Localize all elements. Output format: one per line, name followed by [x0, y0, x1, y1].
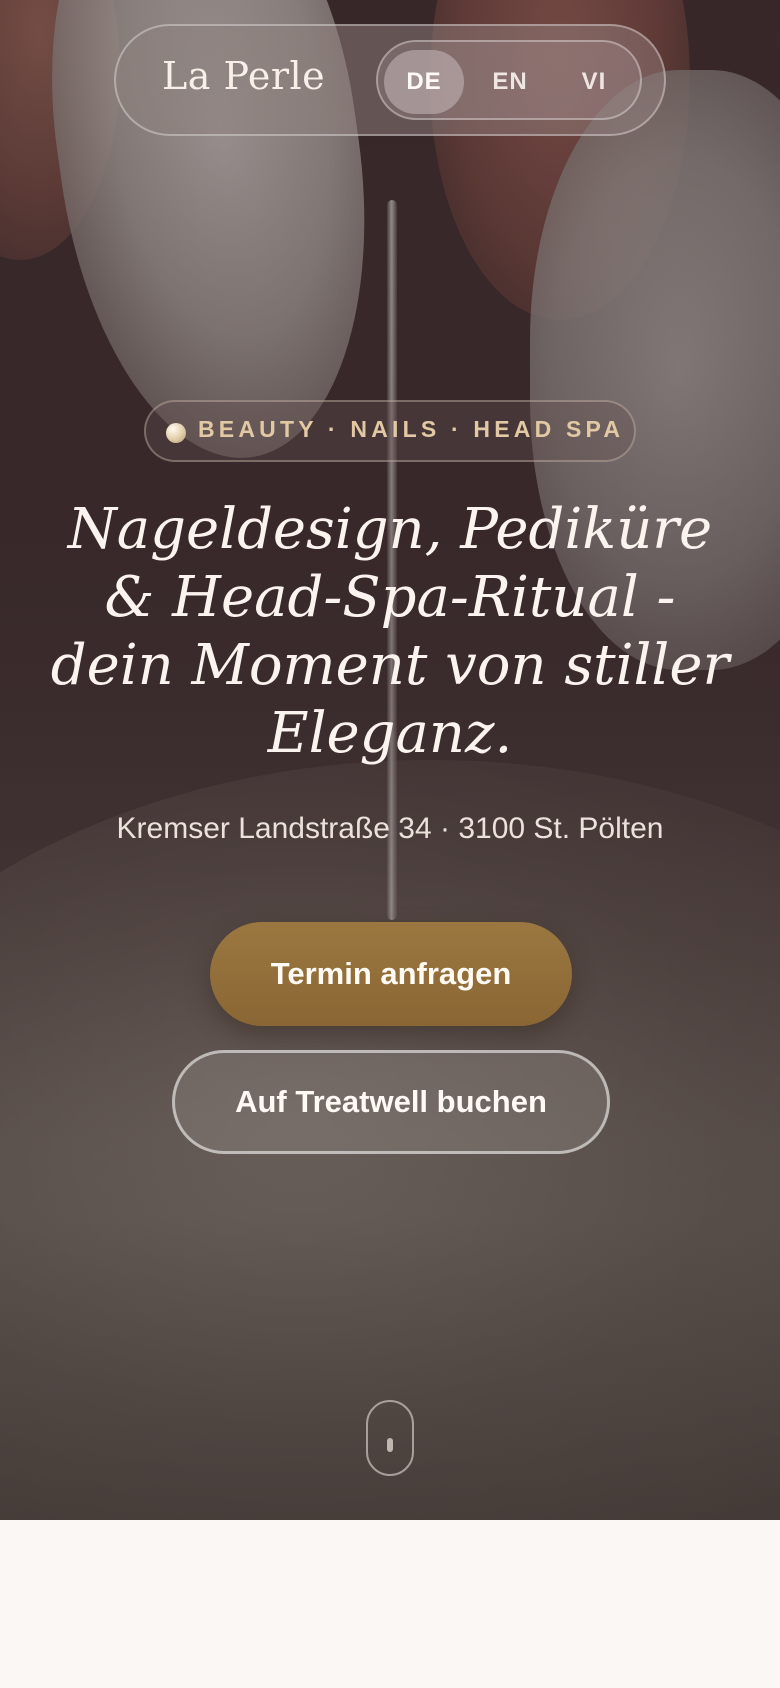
pearl-icon: [166, 423, 186, 443]
hero-section: La Perle DE EN VI BEAUTY · NAILS · HEAD …: [0, 0, 780, 1520]
brand-logo[interactable]: La Perle: [162, 54, 325, 98]
lang-button-de[interactable]: DE: [384, 50, 464, 114]
scroll-wheel-dot: [387, 1438, 393, 1452]
header-bar: La Perle DE EN VI: [114, 24, 666, 136]
treatwell-booking-button[interactable]: Auf Treatwell buchen: [172, 1050, 610, 1154]
category-badge-text: BEAUTY · NAILS · HEAD SPA: [198, 416, 625, 442]
lang-button-vi[interactable]: VI: [554, 50, 634, 114]
language-switcher: DE EN VI: [376, 40, 642, 120]
lang-button-en[interactable]: EN: [470, 50, 550, 114]
request-appointment-button[interactable]: Termin anfragen: [210, 922, 572, 1026]
salon-address: Kremser Landstraße 34 · 3100 St. Pölten: [116, 812, 664, 845]
mouse-scroll-icon[interactable]: [366, 1400, 414, 1476]
category-badge: BEAUTY · NAILS · HEAD SPA: [144, 400, 636, 462]
hero-headline: Nageldesign, Pediküre & Head-Spa-Ritual …: [50, 497, 730, 766]
